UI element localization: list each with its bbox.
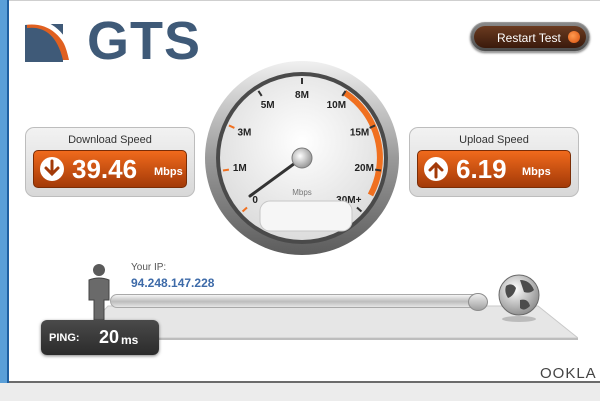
ping-display: PING: 20 ms bbox=[41, 320, 159, 355]
ping-label: PING: bbox=[49, 332, 80, 344]
arrow-up-icon bbox=[424, 157, 448, 181]
gauge-tick-label: 15M bbox=[350, 127, 369, 138]
speed-gauge: 01M3M5M8M10M15M20M30M+ Mbps bbox=[205, 61, 399, 255]
your-ip-value: 94.248.147.228 bbox=[131, 276, 215, 290]
upload-speed-display: 6.19 Mbps bbox=[417, 150, 571, 188]
gts-logo-mark-icon bbox=[25, 19, 75, 62]
upload-speed-panel: Upload Speed 6.19 Mbps bbox=[409, 127, 579, 197]
your-ip-label: Your IP: bbox=[131, 262, 167, 273]
gauge-tick-label: 10M bbox=[327, 100, 346, 111]
gauge-hub bbox=[291, 147, 313, 169]
window-top-edge bbox=[9, 0, 600, 1]
gauge-tick-label: 8M bbox=[295, 90, 309, 101]
window-left-frame-line bbox=[7, 0, 9, 401]
restart-test-label: Restart Test bbox=[497, 31, 561, 45]
gauge-tick-label: 3M bbox=[237, 127, 251, 138]
gauge-readout-box bbox=[259, 200, 353, 232]
logo-text: GTS bbox=[87, 11, 202, 71]
gauge-unit-label: Mbps bbox=[292, 188, 312, 197]
download-speed-panel: Download Speed 39.46 Mbps bbox=[25, 127, 195, 197]
restart-test-button[interactable]: Restart Test bbox=[470, 22, 590, 52]
connection-tube-end bbox=[468, 293, 488, 311]
gauge-tick-label: 5M bbox=[261, 100, 275, 111]
ping-unit: ms bbox=[121, 333, 139, 347]
ookla-logo: OOKLA bbox=[540, 365, 597, 382]
gauge-tick-mark bbox=[374, 168, 382, 172]
gauge-tick-mark bbox=[222, 168, 230, 172]
upload-speed-value: 6.19 bbox=[456, 154, 507, 184]
download-speed-unit: Mbps bbox=[154, 166, 183, 178]
ping-value: 20 bbox=[99, 327, 120, 347]
gauge-tick-label: 1M bbox=[233, 163, 247, 174]
connection-tube bbox=[110, 294, 480, 308]
gauge-tick-label: 0 bbox=[252, 195, 258, 206]
user-icon bbox=[88, 264, 110, 321]
arrow-down-icon bbox=[40, 157, 64, 181]
window-bottom-bar bbox=[0, 383, 600, 401]
restart-dot-icon bbox=[568, 31, 580, 43]
globe-icon bbox=[498, 274, 540, 322]
download-speed-title: Download Speed bbox=[68, 134, 152, 146]
gauge-tick-label: 20M bbox=[354, 163, 373, 174]
upload-speed-unit: Mbps bbox=[522, 166, 551, 178]
gts-logo: GTS bbox=[25, 11, 200, 71]
upload-speed-title: Upload Speed bbox=[459, 134, 529, 146]
download-speed-display: 39.46 Mbps bbox=[33, 150, 187, 188]
download-speed-value: 39.46 bbox=[72, 154, 138, 184]
